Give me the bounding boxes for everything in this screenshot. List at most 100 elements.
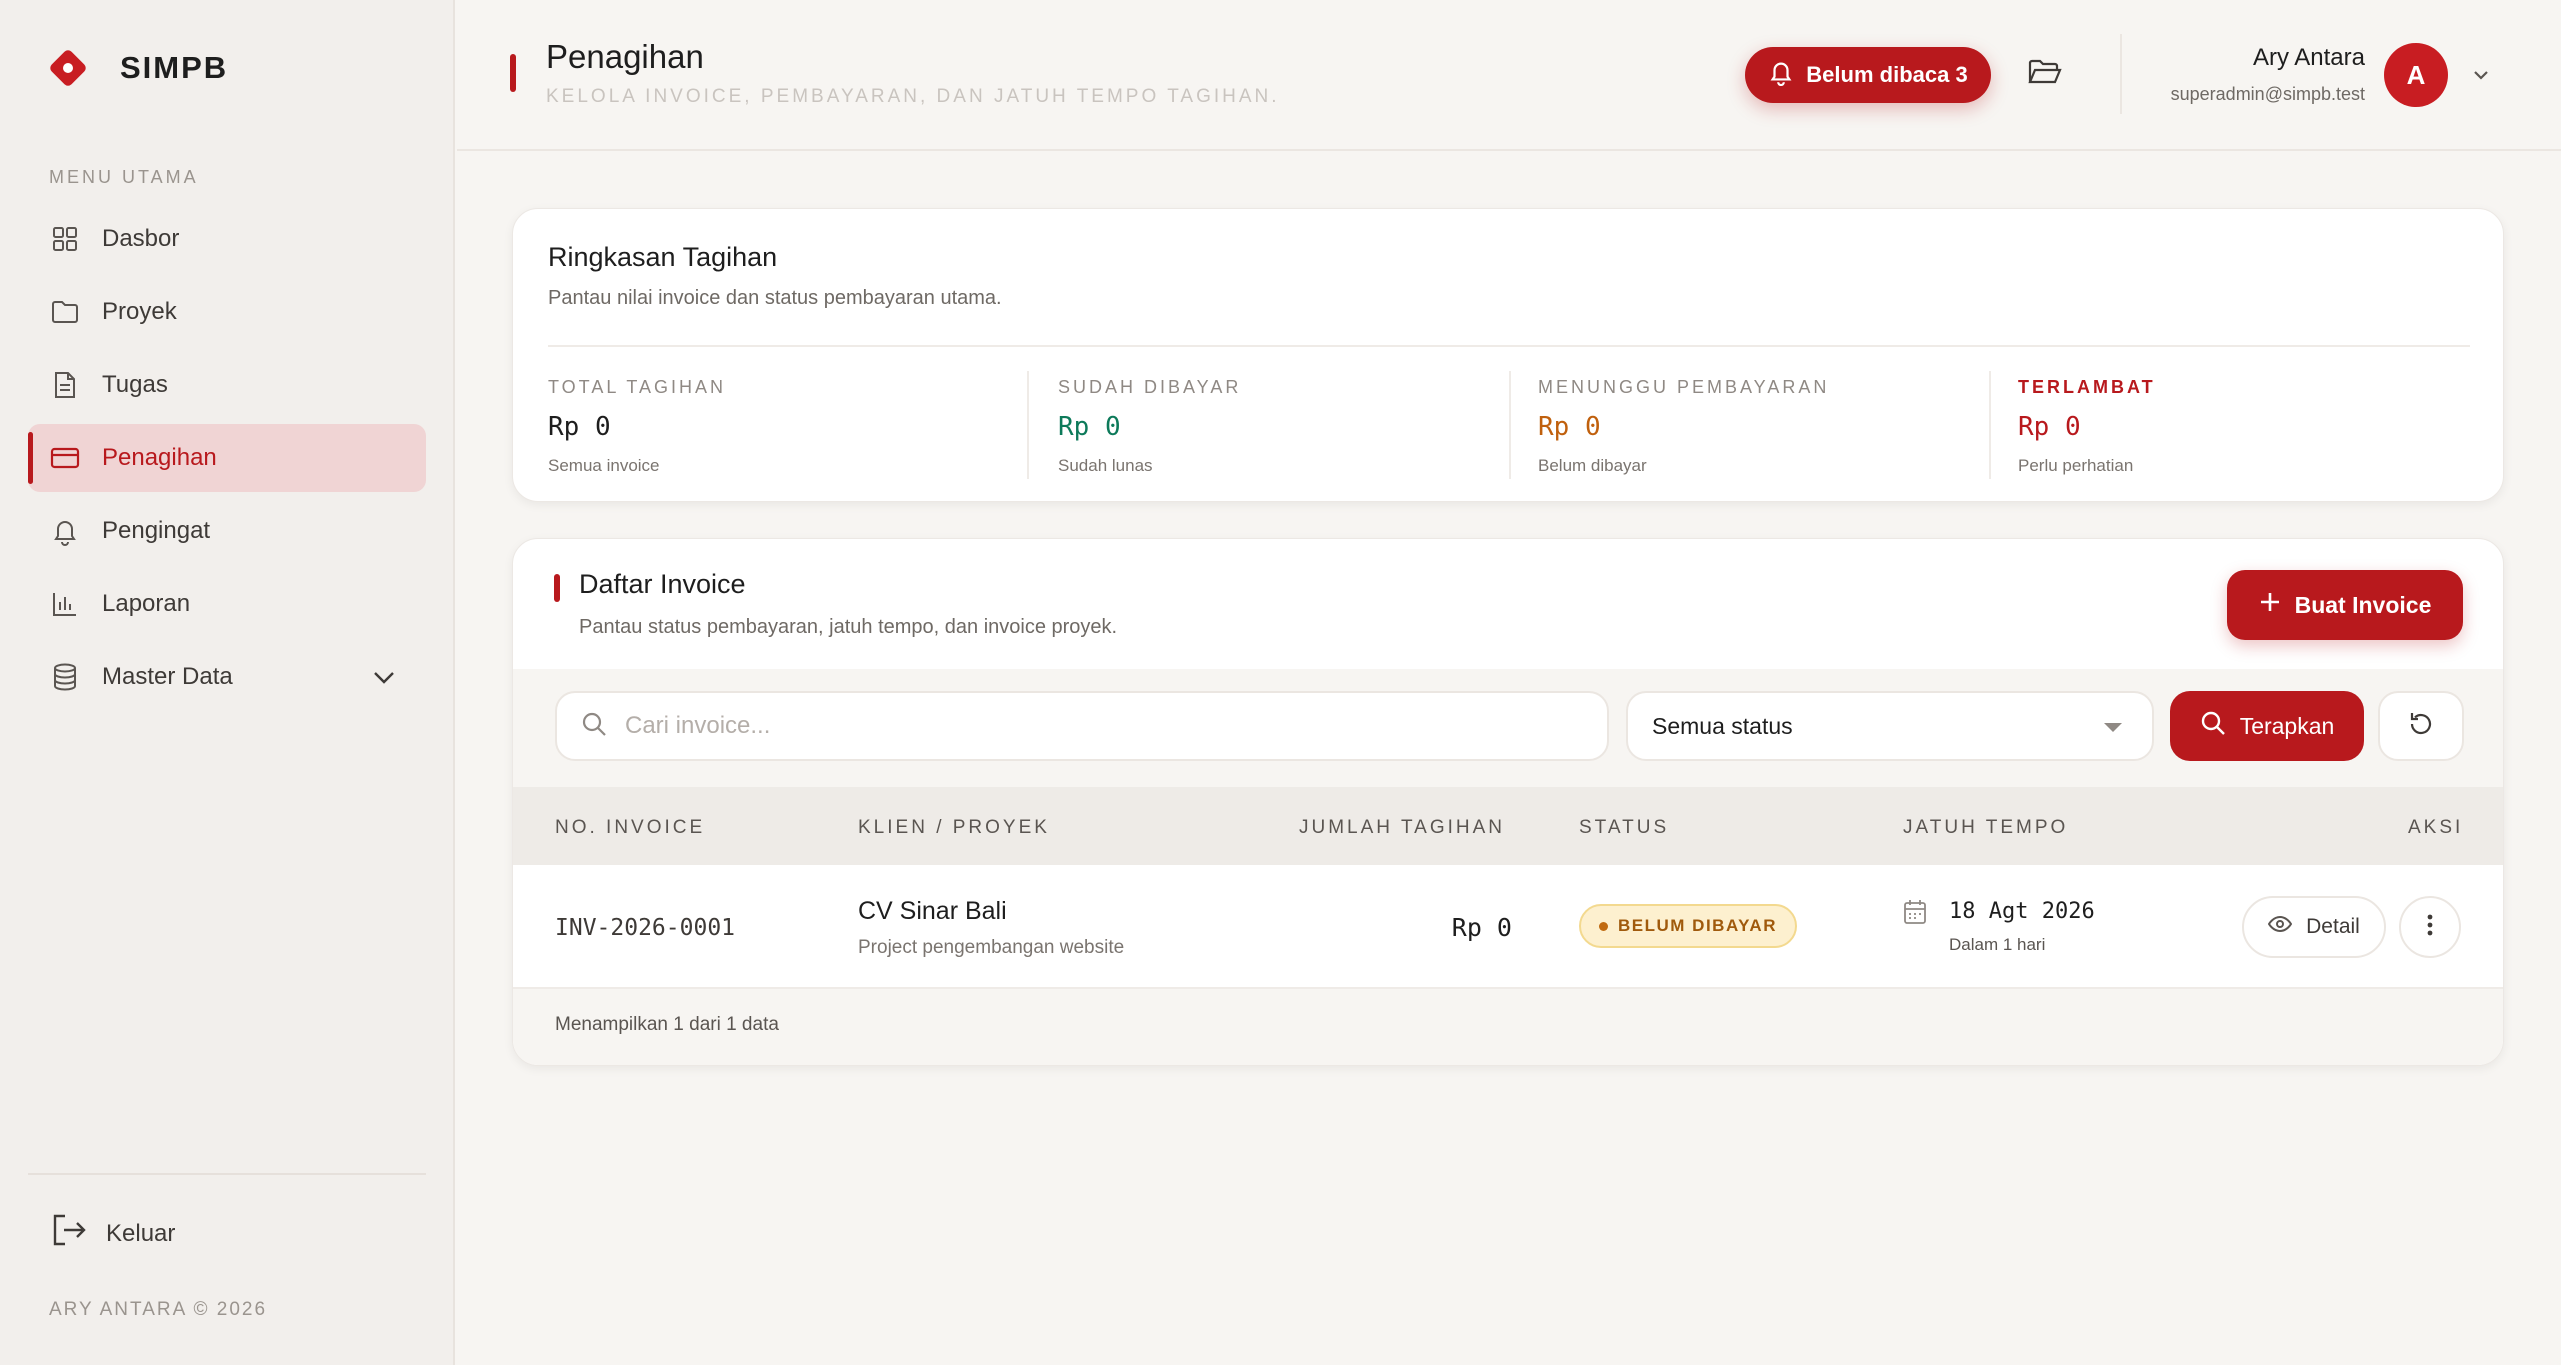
- page-title-marker: [510, 54, 516, 92]
- credit-card-icon: [50, 443, 80, 473]
- table-row: INV-2026-0001 CV Sinar Bali Project peng…: [513, 865, 2503, 989]
- bar-chart-icon: [50, 589, 80, 619]
- filter-bar: Semua status Terapkan: [513, 669, 2503, 787]
- sidebar-item-master-data[interactable]: Master Data: [28, 643, 426, 711]
- stat-label: TOTAL TAGIHAN: [548, 377, 727, 397]
- stat-separator: [1509, 371, 1511, 479]
- user-name: Ary Antara: [2252, 44, 2365, 71]
- search-icon: [2200, 710, 2226, 742]
- sidebar-item-penagihan[interactable]: Penagihan: [28, 424, 426, 492]
- stat-value: Rp 0: [2018, 412, 2081, 442]
- sidebar-item-label: Pengingat: [102, 517, 211, 544]
- column-header: AKSI: [2408, 817, 2464, 838]
- stat-note: Belum dibayar: [1538, 456, 1647, 475]
- logout-button[interactable]: Keluar: [50, 1212, 175, 1255]
- plus-icon: [2259, 591, 2281, 619]
- summary-title: Ringkasan Tagihan: [548, 242, 778, 272]
- stat-value: Rp 0: [1058, 412, 1121, 442]
- status-badge-label: BELUM DIBAYAR: [1618, 916, 1777, 935]
- invoice-list-subtitle: Pantau status pembayaran, jatuh tempo, d…: [579, 616, 1118, 638]
- folder-open-icon[interactable]: [2027, 56, 2067, 92]
- invoice-amount: Rp 0: [1451, 913, 1512, 942]
- stat-label: MENUNGGU PEMBAYARAN: [1538, 377, 1830, 397]
- chevron-down-icon[interactable]: [2470, 64, 2492, 91]
- stat-label: TERLAMBAT: [2018, 377, 2156, 397]
- sidebar-item-laporan[interactable]: Laporan: [28, 570, 426, 638]
- sidebar-divider: [28, 1173, 426, 1175]
- detail-button[interactable]: Detail: [2242, 896, 2386, 958]
- sidebar-item-tugas[interactable]: Tugas: [28, 351, 426, 419]
- logout-icon: [50, 1212, 88, 1255]
- sidebar: SIMPB MENU UTAMA Dasbor Proyek Tugas Pen…: [0, 0, 455, 1365]
- stat-pending: MENUNGGU PEMBAYARAN Rp 0 Belum dibayar: [1538, 377, 1829, 476]
- stat-value: Rp 0: [1538, 412, 1601, 442]
- summary-divider: [548, 345, 2470, 347]
- brand-name: SIMPB: [120, 50, 229, 85]
- create-invoice-button[interactable]: Buat Invoice: [2227, 570, 2463, 640]
- stat-note: Sudah lunas: [1058, 456, 1153, 475]
- unread-notifications-button[interactable]: Belum dibaca 3: [1745, 47, 1991, 103]
- stat-total: TOTAL TAGIHAN Rp 0 Semua invoice: [548, 377, 726, 476]
- footer-copyright: ARY ANTARA © 2026: [49, 1299, 268, 1320]
- summary-subtitle: Pantau nilai invoice dan status pembayar…: [548, 287, 1002, 309]
- column-header: JATUH TEMPO: [1903, 817, 2069, 838]
- sidebar-item-label: Proyek: [102, 298, 177, 325]
- sidebar-item-label: Dasbor: [102, 225, 180, 252]
- stat-label: SUDAH DIBAYAR: [1058, 377, 1242, 397]
- column-header: STATUS: [1579, 817, 1670, 838]
- menu-heading: MENU UTAMA: [49, 167, 199, 187]
- avatar[interactable]: A: [2384, 43, 2448, 107]
- search-box[interactable]: [555, 691, 1609, 761]
- page-title: Penagihan: [546, 38, 704, 75]
- brand-logo-icon: [46, 46, 90, 90]
- invoice-title-marker: [554, 574, 560, 602]
- brand[interactable]: SIMPB: [46, 46, 228, 90]
- stat-note: Perlu perhatian: [2018, 456, 2134, 475]
- bell-icon: [50, 516, 80, 546]
- page-subtitle: KELOLA INVOICE, PEMBAYARAN, DAN JATUH TE…: [546, 86, 1280, 107]
- sidebar-item-label: Master Data: [102, 663, 233, 690]
- eye-icon: [2267, 915, 2293, 939]
- sidebar-item-pengingat[interactable]: Pengingat: [28, 497, 426, 565]
- detail-label: Detail: [2306, 915, 2360, 938]
- chevron-down-icon[interactable]: [370, 663, 398, 698]
- column-header: KLIEN / PROYEK: [858, 817, 1050, 838]
- apply-filter-label: Terapkan: [2239, 712, 2335, 739]
- pagination-info: Menampilkan 1 dari 1 data: [555, 1014, 779, 1035]
- bell-icon: [1768, 58, 1794, 92]
- column-header: JUMLAH TAGIHAN: [1299, 817, 1505, 838]
- stat-separator: [1027, 371, 1029, 479]
- user-email: superadmin@simpb.test: [2170, 84, 2365, 104]
- folder-icon: [50, 297, 80, 327]
- table-footer: Menampilkan 1 dari 1 data: [513, 989, 2503, 1065]
- create-invoice-label: Buat Invoice: [2294, 591, 2432, 618]
- sidebar-item-dasbor[interactable]: Dasbor: [28, 205, 426, 273]
- stat-value: Rp 0: [548, 412, 611, 442]
- sidebar-item-label: Laporan: [102, 590, 191, 617]
- invoice-number: INV-2026-0001: [555, 915, 736, 941]
- search-input[interactable]: [625, 712, 1525, 740]
- project-name: Project pengembangan website: [858, 937, 1125, 958]
- stat-note: Semua invoice: [548, 456, 660, 475]
- database-icon: [50, 662, 80, 692]
- calendar-icon: [1903, 899, 1927, 930]
- status-dot-icon: [1599, 921, 1608, 931]
- refresh-icon: [2407, 710, 2435, 743]
- topbar-separator: [2120, 34, 2122, 114]
- grid-icon: [50, 224, 80, 254]
- sidebar-item-label: Penagihan: [102, 444, 217, 471]
- unread-notifications-label: Belum dibaca 3: [1806, 62, 1968, 87]
- due-note: Dalam 1 hari: [1949, 935, 2046, 954]
- sidebar-item-proyek[interactable]: Proyek: [28, 278, 426, 346]
- stat-overdue: TERLAMBAT Rp 0 Perlu perhatian: [2018, 377, 2156, 476]
- column-header: NO. INVOICE: [555, 817, 706, 838]
- topbar: Penagihan KELOLA INVOICE, PEMBAYARAN, DA…: [457, 0, 2561, 151]
- status-filter-select[interactable]: Semua status: [1626, 691, 2154, 761]
- invoice-list-title: Daftar Invoice: [579, 569, 746, 599]
- reset-filter-button[interactable]: [2378, 691, 2464, 761]
- due-date: 18 Agt 2026: [1949, 899, 2095, 924]
- document-icon: [50, 370, 80, 400]
- status-badge: BELUM DIBAYAR: [1579, 904, 1797, 948]
- apply-filter-button[interactable]: Terapkan: [2170, 691, 2364, 761]
- more-actions-button[interactable]: [2399, 896, 2461, 958]
